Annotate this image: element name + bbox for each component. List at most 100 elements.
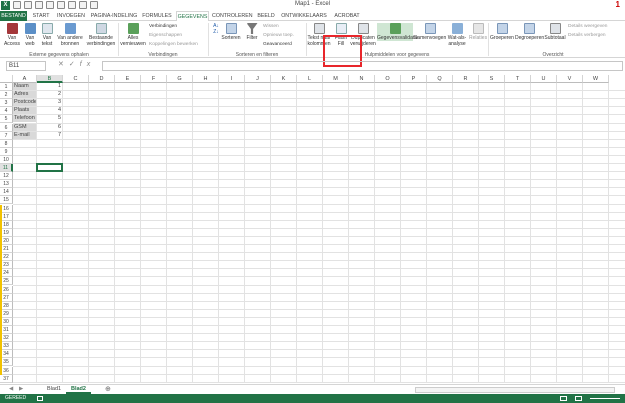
sheet-tab-blad1[interactable]: Blad1 bbox=[42, 385, 66, 394]
column-header[interactable]: W bbox=[583, 75, 609, 83]
column-header[interactable]: E bbox=[115, 75, 141, 83]
column-header[interactable]: S bbox=[479, 75, 505, 83]
tab-acrobat[interactable]: ACROBAT bbox=[331, 11, 363, 21]
data-validation-button[interactable]: Gegevensvalidatie bbox=[377, 23, 418, 41]
close-icon[interactable]: 1 bbox=[616, 0, 620, 9]
add-sheet-icon[interactable]: ⊕ bbox=[100, 385, 116, 394]
column-header[interactable]: I bbox=[219, 75, 245, 83]
column-header[interactable]: T bbox=[505, 75, 531, 83]
tab-start[interactable]: START bbox=[29, 11, 53, 21]
existing-connections-button[interactable]: Bestaande verbindingen bbox=[85, 23, 117, 47]
enter-icon[interactable]: ✓ bbox=[69, 61, 80, 68]
normal-view-icon[interactable] bbox=[560, 396, 567, 401]
consolidate-button[interactable]: Samenvoegen bbox=[414, 23, 446, 41]
row-header[interactable]: 4 bbox=[0, 107, 13, 116]
from-access-button[interactable]: Van Access bbox=[3, 23, 21, 47]
tab-controleren[interactable]: CONTROLEREN bbox=[212, 11, 253, 21]
row-header[interactable]: 3 bbox=[0, 99, 13, 108]
column-header[interactable]: C bbox=[63, 75, 89, 83]
sheet-tab-blad2[interactable]: Blad2 bbox=[66, 385, 91, 394]
row-header[interactable]: 13 bbox=[0, 180, 13, 189]
tab-invoegen[interactable]: INVOEGEN bbox=[55, 11, 87, 21]
tab-pagina-indeling[interactable]: PAGINA-INDELING bbox=[89, 11, 139, 21]
column-header[interactable]: B bbox=[37, 75, 63, 83]
cancel-icon[interactable]: ✕ bbox=[58, 61, 69, 68]
column-header[interactable]: K bbox=[271, 75, 297, 83]
row-header[interactable]: 37 bbox=[0, 374, 13, 383]
cell-value[interactable]: 5 bbox=[37, 115, 62, 122]
cell-label[interactable]: Telefoon bbox=[13, 115, 36, 123]
from-other-sources-button[interactable]: Van andere bronnen bbox=[56, 23, 84, 47]
hide-detail-button[interactable]: Details verbergen bbox=[568, 33, 606, 38]
row-header[interactable]: 15 bbox=[0, 196, 13, 205]
tab-beeld[interactable]: BEELD bbox=[255, 11, 277, 21]
tab-bestand[interactable]: BESTAND bbox=[0, 11, 27, 21]
cell-value[interactable]: 1 bbox=[37, 83, 62, 90]
ungroup-button[interactable]: Degroeperen bbox=[515, 23, 544, 41]
tab-formules[interactable]: FORMULES bbox=[141, 11, 173, 21]
column-header[interactable]: R bbox=[453, 75, 479, 83]
refresh-all-button[interactable]: Alles vernieuwen bbox=[120, 23, 146, 47]
advanced-button[interactable]: Geavanceerd bbox=[263, 42, 292, 47]
zoom-slider[interactable] bbox=[590, 398, 620, 399]
from-text-button[interactable]: Van tekst bbox=[39, 23, 55, 47]
cell-value[interactable]: 7 bbox=[37, 132, 62, 139]
show-detail-button[interactable]: Details weergeven bbox=[568, 24, 607, 29]
insert-function-icon[interactable]: fx bbox=[80, 61, 95, 68]
formula-input[interactable] bbox=[102, 61, 623, 71]
filter-button[interactable]: Filter bbox=[244, 23, 260, 41]
column-header[interactable]: D bbox=[89, 75, 115, 83]
properties-button[interactable]: Eigenschappen bbox=[149, 33, 182, 38]
row-header[interactable]: 7 bbox=[0, 131, 13, 140]
worksheet-grid[interactable]: A B C D E F G H I J K L M N O P Q R S T U V W 1 2 3 4 5 6 7 8 9 10 11 12 13… bbox=[0, 75, 625, 383]
cell-label[interactable]: Adres bbox=[13, 91, 36, 99]
what-if-analysis-button[interactable]: Wat-als- analyse bbox=[446, 23, 468, 47]
row-header[interactable]: 14 bbox=[0, 188, 13, 197]
row-header[interactable]: 12 bbox=[0, 172, 13, 181]
cell-label[interactable]: Plaats bbox=[13, 107, 36, 115]
connections-button[interactable]: Verbindingen bbox=[149, 24, 177, 29]
column-header[interactable]: G bbox=[167, 75, 193, 83]
column-header[interactable]: Q bbox=[427, 75, 453, 83]
column-header[interactable]: M bbox=[323, 75, 349, 83]
cell-value[interactable]: 6 bbox=[37, 124, 62, 131]
column-header[interactable]: V bbox=[557, 75, 583, 83]
row-header[interactable]: 1 bbox=[0, 83, 13, 92]
cell-label[interactable]: Postcode bbox=[13, 99, 36, 107]
horizontal-scrollbar[interactable] bbox=[415, 387, 615, 393]
column-header[interactable]: O bbox=[375, 75, 401, 83]
sort-az-icon[interactable]: A↓ Z↓ bbox=[212, 23, 220, 35]
group-button[interactable]: Groeperen bbox=[490, 23, 514, 41]
cell-label[interactable]: GSM bbox=[13, 123, 36, 131]
column-header[interactable]: H bbox=[193, 75, 219, 83]
cell-label[interactable]: E-mail bbox=[13, 131, 36, 139]
row-header[interactable]: 11 bbox=[0, 164, 13, 173]
row-header[interactable]: 9 bbox=[0, 147, 13, 156]
column-header[interactable]: P bbox=[401, 75, 427, 83]
clear-button[interactable]: Wissen bbox=[263, 24, 279, 29]
cell-label[interactable]: Naam bbox=[13, 83, 36, 91]
cell-value[interactable]: 2 bbox=[37, 91, 62, 98]
from-web-button[interactable]: Van web bbox=[22, 23, 38, 47]
column-header[interactable]: F bbox=[141, 75, 167, 83]
row-header[interactable]: 10 bbox=[0, 155, 13, 164]
column-header[interactable]: J bbox=[245, 75, 271, 83]
edit-links-button[interactable]: Koppelingen bewerken bbox=[149, 42, 198, 47]
page-layout-view-icon[interactable] bbox=[575, 396, 582, 401]
sheet-nav-next-icon[interactable]: ▶ bbox=[14, 385, 28, 394]
cell-value[interactable]: 4 bbox=[37, 107, 62, 114]
column-header[interactable]: N bbox=[349, 75, 375, 83]
cell-value[interactable]: 3 bbox=[37, 99, 62, 106]
column-header[interactable]: L bbox=[297, 75, 323, 83]
row-header[interactable]: 2 bbox=[0, 91, 13, 100]
column-header[interactable]: U bbox=[531, 75, 557, 83]
macro-record-icon[interactable] bbox=[37, 396, 43, 401]
subtotal-button[interactable]: Subtotaal bbox=[544, 23, 566, 41]
select-all-corner[interactable] bbox=[0, 75, 13, 83]
reapply-button[interactable]: Opnieuw toep. bbox=[263, 33, 294, 38]
column-header[interactable]: A bbox=[13, 75, 37, 83]
tab-ontwikkelaars[interactable]: ONTWIKKELAARS bbox=[280, 11, 328, 21]
relationships-button[interactable]: Relaties bbox=[469, 23, 487, 41]
row-header[interactable]: 6 bbox=[0, 123, 13, 132]
sort-button[interactable]: Sorteren bbox=[221, 23, 241, 41]
